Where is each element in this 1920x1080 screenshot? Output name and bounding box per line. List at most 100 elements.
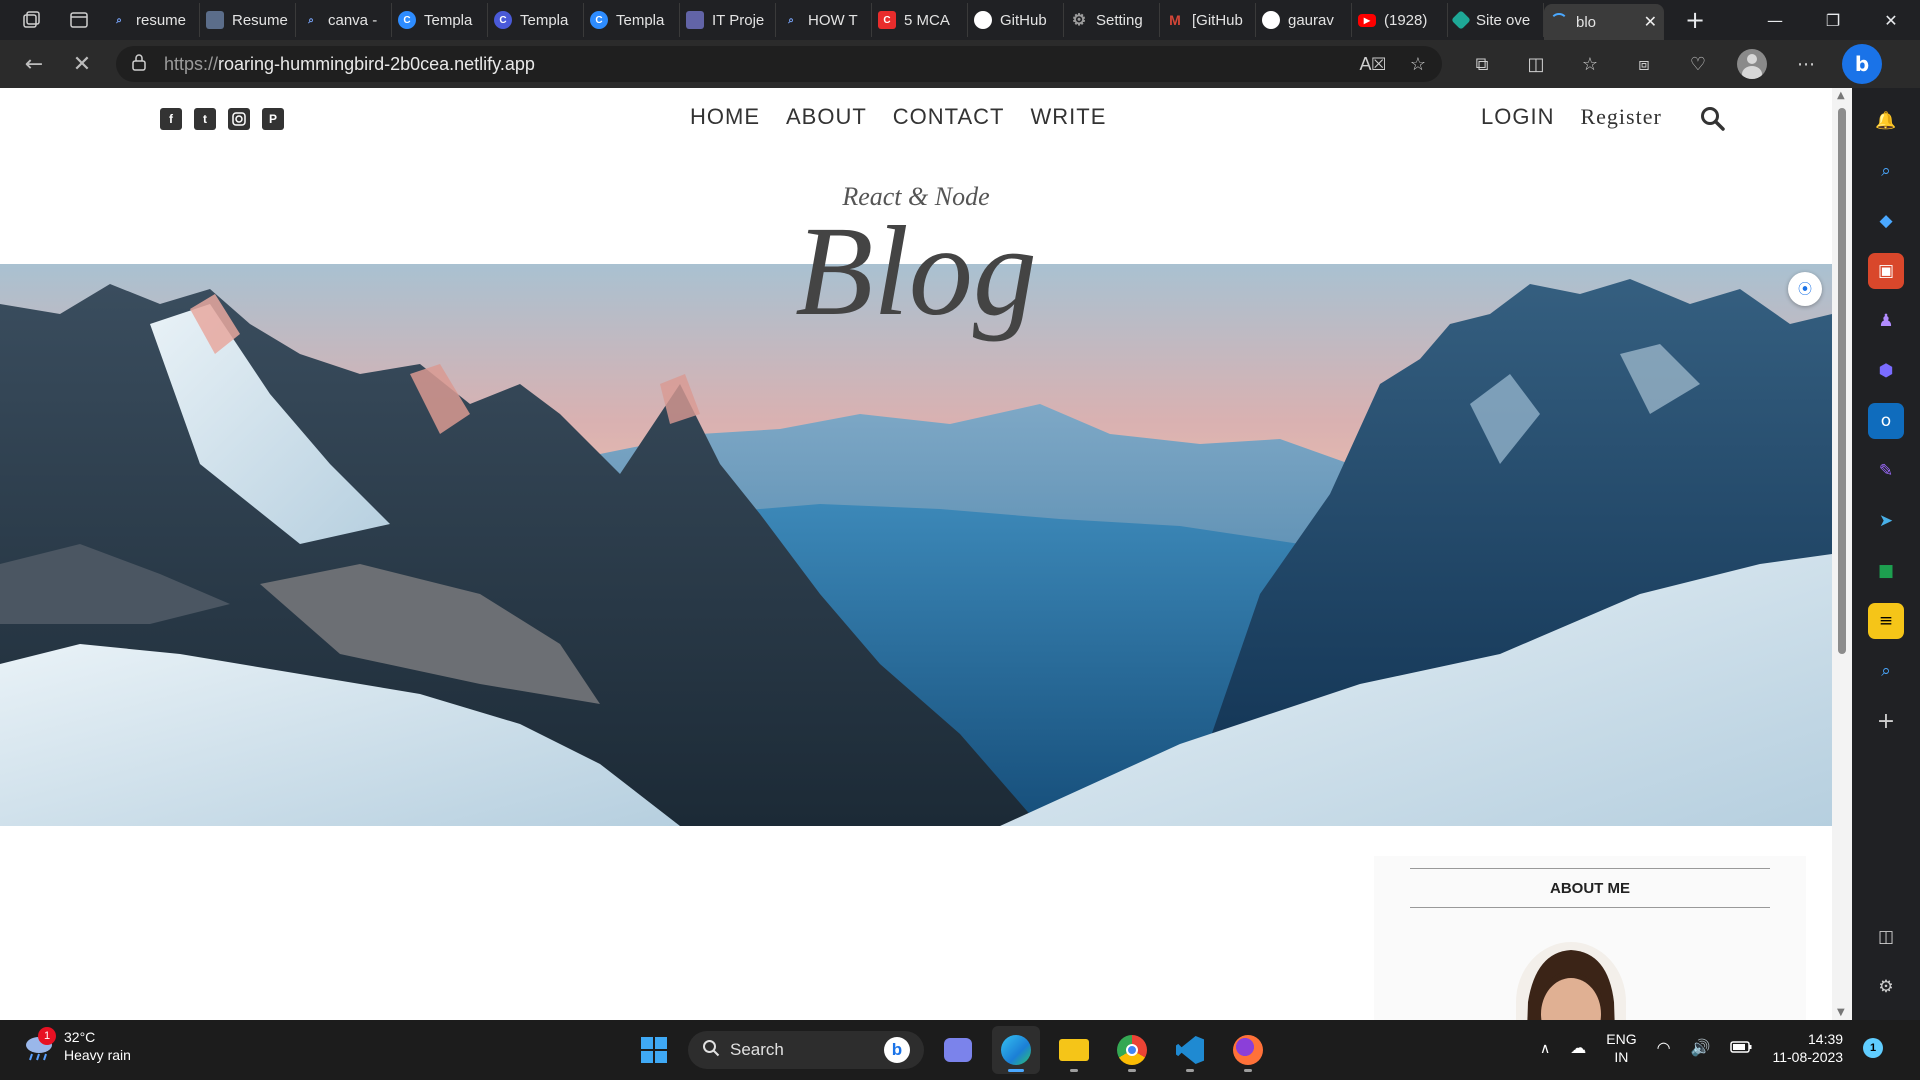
search-icon: ⌕: [308, 14, 314, 26]
nav-about[interactable]: ABOUT: [786, 104, 867, 130]
browser-tab[interactable]: C Templa: [584, 3, 680, 37]
shopping-tag-icon[interactable]: ◆: [1868, 203, 1904, 239]
browser-tab[interactable]: ⌕ canva -: [296, 3, 392, 37]
browser-tab-strip: ⌕ resume Resume ⌕ canva - C Templa C Templa …: [0, 0, 1920, 40]
clock-time: 14:39: [1808, 1031, 1844, 1047]
sidebar-settings-icon[interactable]: ⚙: [1868, 969, 1904, 1005]
vscode-icon[interactable]: [1166, 1026, 1214, 1074]
drop-icon[interactable]: ➤: [1868, 503, 1904, 539]
about-me-title: ABOUT ME: [1410, 868, 1770, 908]
canva-icon: C: [398, 11, 416, 29]
hide-sidebar-icon[interactable]: ◫: [1868, 919, 1904, 955]
stop-loading-button[interactable]: ✕: [62, 44, 102, 84]
scroll-thumb[interactable]: [1838, 108, 1846, 654]
collections-icon[interactable]: ⧈: [1626, 46, 1662, 82]
search-icon[interactable]: [1700, 106, 1726, 132]
browser-tab[interactable]: C 5 MCA: [872, 3, 968, 37]
file-explorer-icon[interactable]: [1050, 1026, 1098, 1074]
login-link[interactable]: LOGIN: [1481, 104, 1554, 130]
browser-tab[interactable]: C Templa: [392, 3, 488, 37]
split-screen-icon[interactable]: ◫: [1518, 46, 1554, 82]
outlook-icon[interactable]: o: [1868, 403, 1904, 439]
add-sidebar-app-icon[interactable]: +: [1868, 703, 1904, 739]
designer-icon[interactable]: ✎: [1868, 453, 1904, 489]
notification-bell-icon[interactable]: 🔔: [1868, 103, 1904, 139]
notification-count-badge[interactable]: 1: [1863, 1038, 1884, 1058]
edge-browser-icon[interactable]: [992, 1026, 1040, 1074]
browser-tab[interactable]: ▶ (1928): [1352, 3, 1448, 37]
teams-chat-icon[interactable]: [934, 1026, 982, 1074]
scroll-down-arrow-icon[interactable]: ▼: [1837, 1007, 1845, 1018]
browser-essentials-icon[interactable]: ♡: [1680, 46, 1716, 82]
extensions-icon[interactable]: ⧉: [1464, 46, 1500, 82]
excel-icon[interactable]: ■: [1868, 553, 1904, 589]
tab-actions-icon[interactable]: [62, 0, 96, 40]
start-button[interactable]: [630, 1026, 678, 1074]
browser-tab[interactable]: Site ove: [1448, 3, 1544, 37]
twitter-icon[interactable]: t: [194, 108, 216, 130]
browser-tab[interactable]: gaurav: [1256, 3, 1352, 37]
facebook-icon[interactable]: f: [160, 108, 182, 130]
blog-title: Blog: [795, 200, 1037, 342]
about-me-widget: ABOUT ME: [1374, 856, 1806, 1020]
browser-tab[interactable]: ⚙ Setting: [1064, 3, 1160, 37]
browser-tab[interactable]: ⌕ HOW T: [776, 3, 872, 37]
gear-icon: ⚙: [1071, 12, 1087, 29]
browser-tab-active[interactable]: blo ✕: [1544, 4, 1664, 40]
pinterest-icon[interactable]: P: [262, 108, 284, 130]
notes-icon[interactable]: ≡: [1868, 603, 1904, 639]
read-aloud-icon[interactable]: A⮽: [1359, 54, 1385, 75]
weather-desc: Heavy rain: [64, 1047, 131, 1063]
onedrive-offline-icon[interactable]: ☁: [1570, 1038, 1586, 1058]
tab-label: IT Proje: [712, 11, 765, 29]
edge-sidebar: 🔔 ⌕ ◆ ▣ ♟ ⬢ o ✎ ➤ ■ ≡ ⌕ + ◫ ⚙: [1852, 88, 1920, 1020]
favorites-icon[interactable]: ☆: [1572, 46, 1608, 82]
new-tab-button[interactable]: +: [1678, 3, 1712, 37]
browser-tab[interactable]: IT Proje: [680, 3, 776, 37]
language-indicator[interactable]: ENG IN: [1606, 1030, 1636, 1066]
tools-briefcase-icon[interactable]: ▣: [1868, 253, 1904, 289]
games-icon[interactable]: ♟: [1868, 303, 1904, 339]
scroll-up-arrow-icon[interactable]: ▲: [1837, 90, 1845, 101]
tab-label: gaurav: [1288, 11, 1334, 29]
firefox-icon[interactable]: [1224, 1026, 1272, 1074]
teams-icon: [686, 11, 704, 29]
bing-search-icon[interactable]: ⌕: [1868, 653, 1904, 689]
lock-icon[interactable]: [132, 53, 146, 76]
browser-tab[interactable]: C Templa: [488, 3, 584, 37]
weather-widget[interactable]: 1 32°C Heavy rain: [22, 1027, 131, 1064]
nav-contact[interactable]: CONTACT: [893, 104, 1005, 130]
volume-icon[interactable]: 🔊: [1691, 1038, 1711, 1058]
close-tab-icon[interactable]: ✕: [1644, 12, 1657, 32]
browser-tab[interactable]: GitHub: [968, 3, 1064, 37]
browser-tab[interactable]: M [GitHub: [1160, 3, 1256, 37]
taskbar-search-box[interactable]: Search b: [688, 1031, 924, 1069]
nav-write[interactable]: WRITE: [1031, 104, 1107, 130]
bing-chat-icon[interactable]: b: [1842, 44, 1882, 84]
address-bar[interactable]: https://roaring-hummingbird-2b0cea.netli…: [116, 46, 1442, 82]
minimize-button[interactable]: —: [1746, 0, 1804, 40]
favorite-star-icon[interactable]: ☆: [1410, 54, 1426, 75]
webpage: f t P HOME ABOUT CONTACT WRITE LOGIN Reg…: [0, 88, 1832, 1020]
browser-tab[interactable]: Resume: [200, 3, 296, 37]
back-button[interactable]: ←: [14, 44, 54, 84]
visual-search-icon[interactable]: ⦿: [1788, 272, 1822, 306]
browser-tab[interactable]: ⌕ resume: [104, 3, 200, 37]
workspaces-icon[interactable]: [14, 0, 48, 40]
profile-avatar[interactable]: [1734, 46, 1770, 82]
clock[interactable]: 14:39 11-08-2023: [1772, 1030, 1843, 1066]
page-scrollbar[interactable]: ▲ ▼: [1832, 88, 1852, 1020]
battery-icon[interactable]: [1730, 1040, 1752, 1056]
register-link[interactable]: Register: [1580, 104, 1661, 130]
search-icon[interactable]: ⌕: [1868, 153, 1904, 189]
copilot-icon[interactable]: ⬢: [1868, 353, 1904, 389]
nav-home[interactable]: HOME: [690, 104, 760, 130]
blog-top-bar: f t P HOME ABOUT CONTACT WRITE LOGIN Reg…: [0, 88, 1832, 150]
chrome-icon[interactable]: [1108, 1026, 1156, 1074]
close-window-button[interactable]: ✕: [1862, 0, 1920, 40]
wifi-icon[interactable]: ◠: [1657, 1038, 1671, 1058]
tray-overflow-chevron-icon[interactable]: ∧: [1540, 1040, 1550, 1057]
restore-button[interactable]: ❐: [1804, 0, 1862, 40]
more-options-icon[interactable]: ⋯: [1788, 46, 1824, 82]
instagram-icon[interactable]: [228, 108, 250, 130]
